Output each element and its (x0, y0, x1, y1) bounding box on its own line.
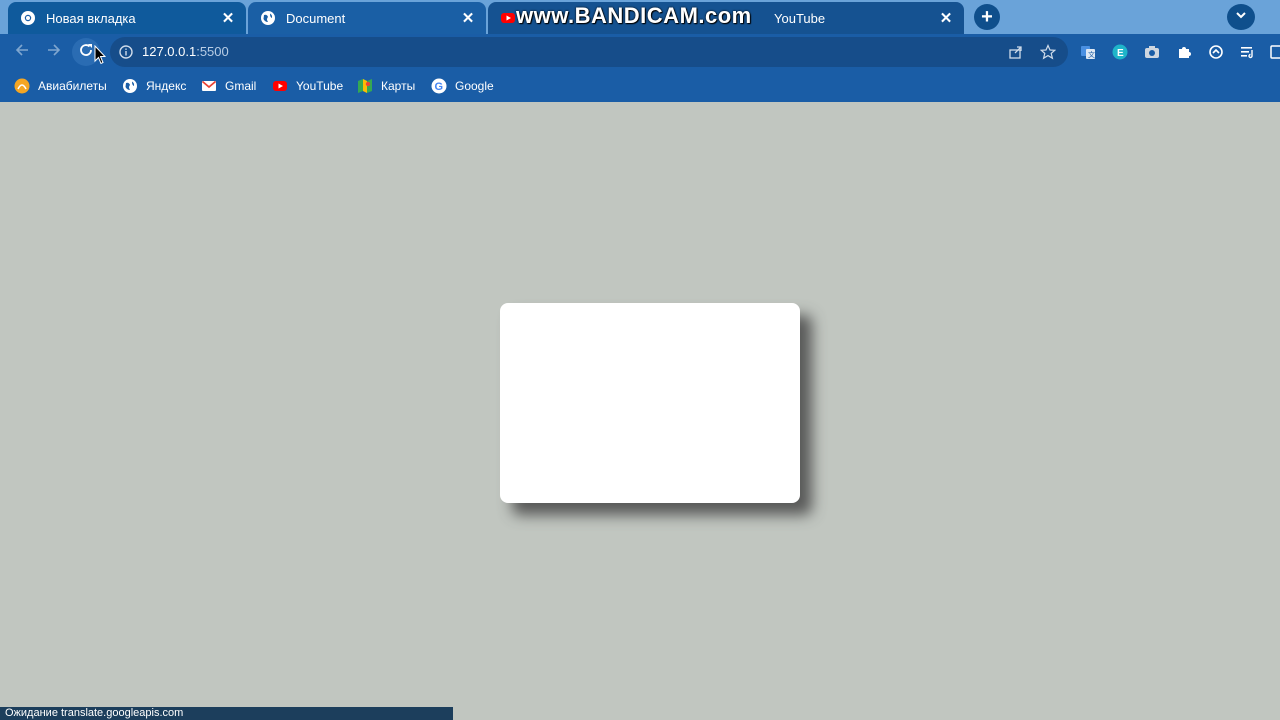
maps-icon (357, 78, 373, 94)
browser-toolbar: 127.0.0.1:5500 文 E (0, 34, 1280, 70)
arrow-right-icon (46, 42, 62, 63)
tab-new-tab[interactable]: Новая вкладка ✕ (8, 2, 246, 34)
bookmark-label: Gmail (225, 79, 257, 93)
bookmark-label: Карты (381, 79, 416, 93)
chrome-icon (20, 10, 36, 26)
svg-text:G: G (435, 81, 444, 93)
gmail-icon (201, 78, 217, 94)
globe-icon (260, 10, 276, 26)
bookmark-yandex[interactable]: Яндекс (122, 76, 186, 96)
youtube-icon (272, 78, 288, 94)
new-tab-button[interactable]: + (974, 4, 1000, 30)
tab-document[interactable]: Document ✕ (248, 2, 486, 34)
bookmark-google[interactable]: G Google (431, 76, 494, 96)
svg-text:文: 文 (1088, 50, 1095, 59)
status-bubble: Ожидание translate.googleapis.com (0, 707, 453, 720)
youtube-icon (500, 10, 516, 26)
side-panel-icon[interactable] (1268, 44, 1280, 60)
reading-list-icon[interactable] (1240, 44, 1256, 60)
plus-icon: + (981, 5, 993, 28)
globe-icon (122, 78, 138, 94)
site-info-icon[interactable] (118, 44, 134, 60)
camera-extension-icon[interactable] (1144, 44, 1160, 60)
chevron-down-icon (1234, 8, 1248, 27)
url-host: 127.0.0.1 (142, 44, 197, 59)
arrow-left-icon (14, 42, 30, 63)
bookmark-label: Яндекс (146, 79, 187, 93)
tab-search-button[interactable] (1227, 4, 1255, 30)
bookmark-maps[interactable]: Карты (357, 76, 415, 96)
close-tab-icon[interactable]: ✕ (220, 10, 236, 27)
aviasales-icon (14, 78, 30, 94)
white-card (500, 303, 800, 503)
close-tab-icon[interactable]: ✕ (460, 10, 476, 27)
tab-title: Новая вкладка (46, 10, 136, 26)
tab-title: Document (286, 10, 346, 26)
bookmark-aviasales[interactable]: Авиабилеты (14, 76, 107, 96)
address-bar[interactable]: 127.0.0.1:5500 (110, 37, 1068, 67)
tab-strip: Новая вкладка ✕ Document ✕ YouTube ✕ www… (0, 0, 1280, 34)
puzzle-extensions-icon[interactable] (1176, 44, 1192, 60)
back-button[interactable] (8, 38, 36, 66)
bookmark-label: Авиабилеты (38, 79, 107, 93)
bookmarks-bar: Авиабилеты Яндекс Gmail YouTube Карты G … (0, 70, 1280, 102)
google-icon: G (431, 78, 447, 94)
bookmark-label: Google (455, 79, 494, 93)
bookmark-star-icon[interactable] (1040, 44, 1056, 60)
bookmark-label: YouTube (296, 79, 344, 93)
forward-button[interactable] (40, 38, 68, 66)
translate-extension-icon[interactable]: 文 (1080, 44, 1096, 60)
page-viewport (0, 102, 1280, 720)
reload-icon (78, 42, 94, 63)
share-icon[interactable] (1008, 44, 1024, 60)
mouse-cursor-icon (94, 44, 107, 65)
url-text: 127.0.0.1:5500 (142, 44, 229, 59)
e-extension-icon[interactable]: E (1112, 44, 1128, 60)
bandicam-watermark: www.BANDICAM.com (516, 3, 752, 28)
svg-text:E: E (1117, 48, 1124, 59)
close-tab-icon[interactable]: ✕ (938, 10, 954, 27)
bookmark-gmail[interactable]: Gmail (201, 76, 256, 96)
url-port: :5500 (196, 44, 229, 59)
sync-extension-icon[interactable] (1208, 44, 1224, 60)
bookmark-youtube[interactable]: YouTube (272, 76, 343, 96)
